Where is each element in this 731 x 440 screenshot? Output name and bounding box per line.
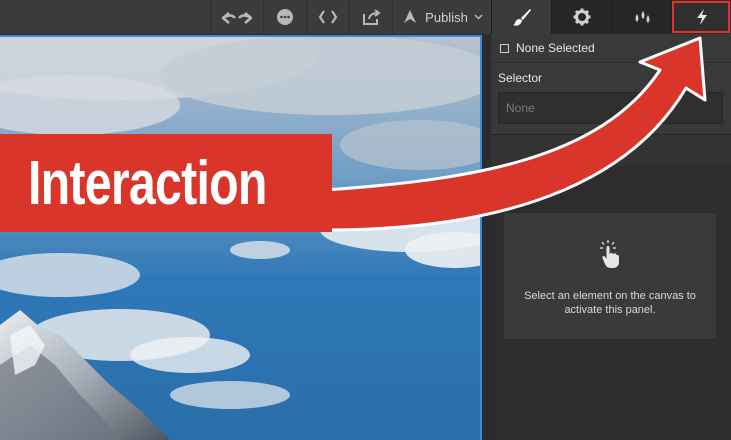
- annotation-banner-text: Interaction: [28, 148, 267, 218]
- canvas-photo: [0, 35, 480, 440]
- publish-label: Publish: [425, 9, 468, 25]
- export-share-icon: [363, 9, 381, 25]
- selection-label: None Selected: [516, 41, 595, 55]
- droplets-icon: [635, 11, 649, 23]
- undo-redo-icon: [221, 12, 253, 24]
- canvas-selection-frame: [0, 35, 480, 37]
- lightning-icon: [696, 9, 707, 25]
- tab-style[interactable]: [491, 0, 551, 34]
- tab-style-manager[interactable]: [611, 0, 671, 34]
- selector-label: Selector: [498, 71, 543, 85]
- code-button[interactable]: [306, 0, 349, 34]
- tab-interactions[interactable]: [671, 0, 731, 34]
- code-brackets-icon: [318, 10, 338, 24]
- publish-button[interactable]: Publish: [392, 0, 491, 34]
- selection-checkbox-icon: [500, 43, 509, 53]
- annotation-banner: Interaction: [0, 134, 332, 232]
- selector-input[interactable]: [498, 92, 723, 124]
- paintbrush-icon: [512, 9, 531, 26]
- comments-button[interactable]: [263, 0, 306, 34]
- panel-divider: [491, 134, 731, 165]
- empty-state-message: Select an element on the canvas to activ…: [524, 290, 696, 316]
- undo-redo-buttons[interactable]: [210, 0, 263, 34]
- right-panel: None Selected Selector Select an element…: [491, 0, 731, 440]
- comment-dots-icon: [277, 9, 293, 25]
- publish-rocket-icon: [404, 10, 417, 23]
- selection-status: None Selected: [491, 34, 731, 62]
- selector-section: Selector: [491, 62, 731, 134]
- top-toolbar: Publish: [0, 0, 491, 35]
- chevron-down-icon: [474, 14, 483, 20]
- tab-settings[interactable]: [551, 0, 611, 34]
- export-button[interactable]: [349, 0, 392, 34]
- designer-canvas[interactable]: [0, 35, 482, 440]
- toolbar-actions: Publish: [210, 0, 491, 34]
- empty-state-card: Select an element on the canvas to activ…: [503, 212, 717, 340]
- panel-tabs: [491, 0, 731, 34]
- pointer-hand-icon: [600, 240, 619, 268]
- gear-icon: [573, 8, 590, 26]
